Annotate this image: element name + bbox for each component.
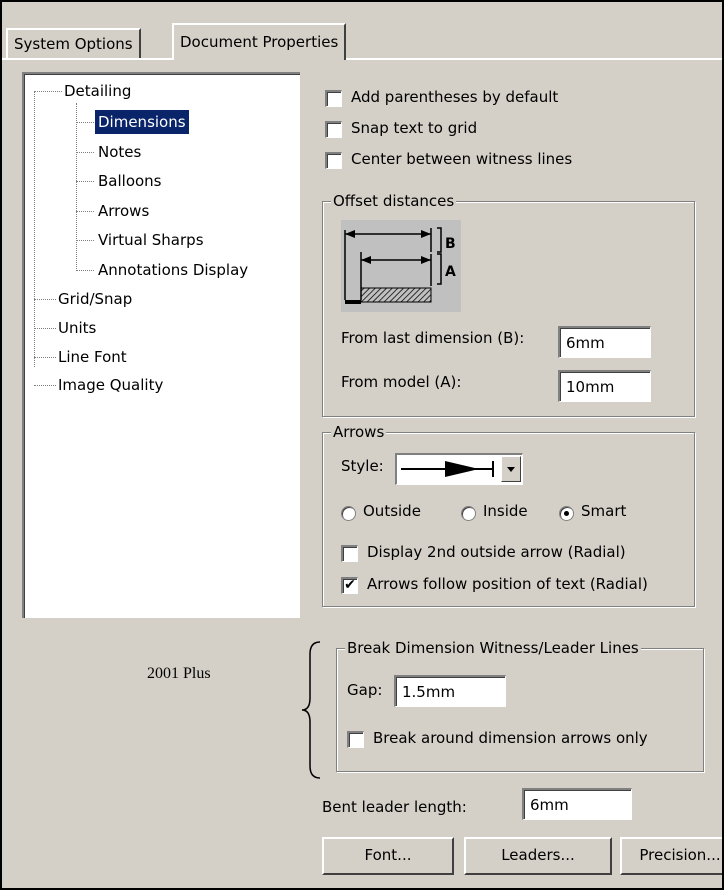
from-last-dimension-input[interactable]: 6mm xyxy=(558,326,651,358)
tree-item-units[interactable]: Units xyxy=(58,316,96,340)
tree-item-notes[interactable]: Notes xyxy=(98,140,141,164)
tree-item-dimensions[interactable]: Dimensions xyxy=(95,110,189,134)
offset-distances-group: Offset distances B A From last dimension… xyxy=(322,191,695,417)
offset-distances-title: Offset distances xyxy=(331,191,457,211)
annotation-box xyxy=(70,620,310,750)
display-2nd-arrow-checkbox[interactable] xyxy=(341,545,358,562)
add-parentheses-checkbox[interactable] xyxy=(325,90,342,107)
radio-outside[interactable] xyxy=(341,506,356,521)
radio-smart-label: Smart xyxy=(581,502,627,520)
gap-label: Gap: xyxy=(347,681,383,699)
tree-item-annotations-display[interactable]: Annotations Display xyxy=(98,258,248,282)
tree-item-grid-snap[interactable]: Grid/Snap xyxy=(58,287,132,311)
from-model-input[interactable]: 10mm xyxy=(558,370,651,402)
arrows-follow-text-checkbox[interactable]: ✔ xyxy=(341,577,358,594)
radio-inside-label: Inside xyxy=(483,502,528,520)
tree-item-image-quality[interactable]: Image Quality xyxy=(58,373,163,397)
tree-item-balloons[interactable]: Balloons xyxy=(98,169,162,193)
style-label: Style: xyxy=(341,457,384,475)
arrows-title: Arrows xyxy=(331,422,387,442)
tree-item-detailing[interactable]: Detailing xyxy=(64,79,131,103)
tab-system-options[interactable]: System Options xyxy=(6,28,141,58)
precision-button[interactable]: Precision... xyxy=(620,837,722,875)
snap-text-checkbox[interactable] xyxy=(325,121,342,138)
gap-input[interactable]: 1.5mm xyxy=(394,675,506,707)
tree-item-line-font[interactable]: Line Font xyxy=(58,345,127,369)
offset-diagram: B A xyxy=(341,220,461,312)
break-lines-title: Break Dimension Witness/Leader Lines xyxy=(345,638,641,658)
center-witness-checkbox[interactable] xyxy=(325,152,342,169)
tab-document-properties[interactable]: Document Properties xyxy=(172,23,347,60)
chevron-down-icon xyxy=(507,467,515,472)
tab-strip-edge xyxy=(2,58,722,60)
arrows-group: Arrows Style: Outside Inside Smart Displ… xyxy=(322,422,695,607)
arrow-style-dropdown[interactable] xyxy=(395,453,523,485)
brace-icon xyxy=(301,641,321,779)
from-last-dimension-label: From last dimension (B): xyxy=(341,329,525,347)
bent-leader-label: Bent leader length: xyxy=(322,798,467,816)
font-button[interactable]: Font... xyxy=(322,837,454,875)
break-lines-group: Break Dimension Witness/Leader Lines Gap… xyxy=(336,638,704,772)
leaders-button[interactable]: Leaders... xyxy=(464,837,612,875)
break-around-checkbox[interactable] xyxy=(347,731,364,748)
break-around-label: Break around dimension arrows only xyxy=(373,729,648,747)
bent-leader-input[interactable]: 6mm xyxy=(522,788,632,820)
display-2nd-arrow-label: Display 2nd outside arrow (Radial) xyxy=(367,543,626,561)
tree-item-virtual-sharps[interactable]: Virtual Sharps xyxy=(98,228,204,252)
snap-text-label: Snap text to grid xyxy=(351,119,478,137)
annotation-note: 2001 Plus xyxy=(147,665,211,682)
from-model-label: From model (A): xyxy=(341,373,462,391)
diagram-label-b: B xyxy=(445,236,456,252)
dropdown-arrow-button[interactable] xyxy=(501,456,521,482)
arrows-follow-text-label: Arrows follow position of text (Radial) xyxy=(367,575,648,593)
radio-outside-label: Outside xyxy=(363,502,421,520)
add-parentheses-label: Add parentheses by default xyxy=(351,88,559,106)
tree-item-arrows[interactable]: Arrows xyxy=(98,199,149,223)
center-witness-label: Center between witness lines xyxy=(351,150,573,168)
offset-diagram-svg: B A xyxy=(344,227,456,304)
radio-inside[interactable] xyxy=(461,506,476,521)
radio-smart[interactable] xyxy=(559,506,574,521)
arrow-style-preview xyxy=(401,461,494,477)
diagram-label-a: A xyxy=(445,264,456,280)
